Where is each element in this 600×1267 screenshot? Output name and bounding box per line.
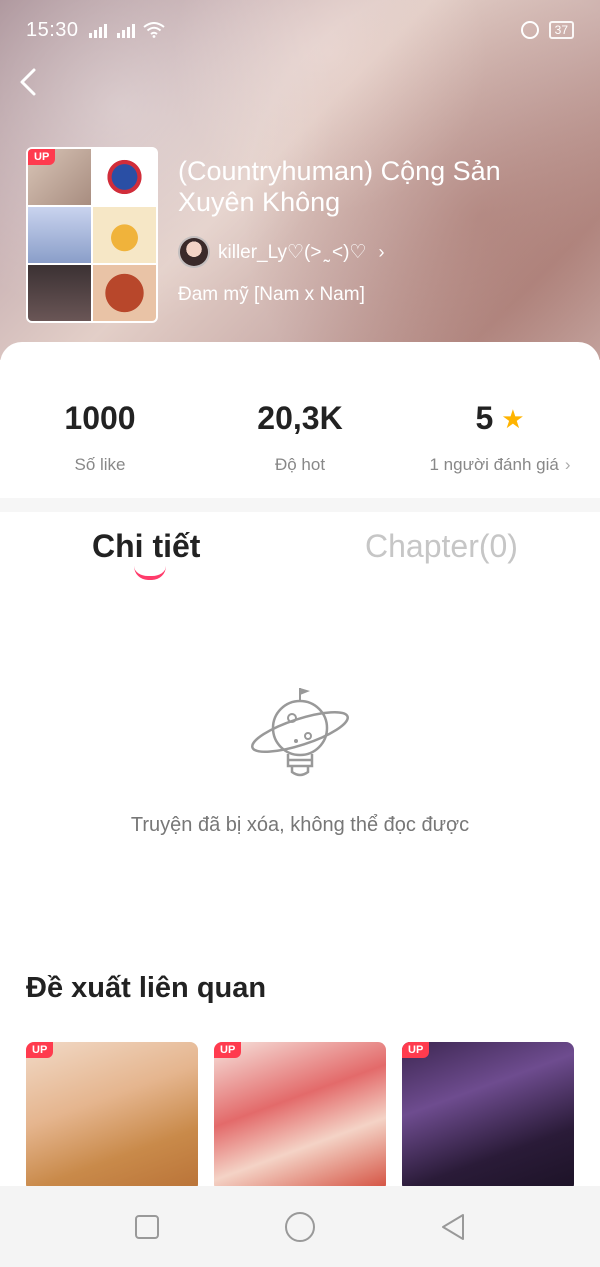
- back-button[interactable]: [10, 64, 46, 100]
- wifi-icon: [142, 22, 165, 38]
- avatar: [178, 236, 210, 268]
- chevron-left-icon: [20, 68, 36, 96]
- chevron-right-icon: ›: [564, 455, 571, 474]
- up-badge: UP: [28, 149, 56, 165]
- cover-tile: [28, 265, 91, 321]
- triangle-back-icon: [442, 1213, 465, 1240]
- related-section-title: Đề xuất liên quan: [26, 972, 267, 1004]
- stats-row: 1000 Số like 20,3K Độ hot 5 ★ 1 người đá…: [0, 400, 600, 475]
- up-badge: UP: [402, 1042, 430, 1058]
- status-bar: 15:30 37: [0, 0, 600, 60]
- signal-icon: [116, 22, 135, 38]
- rating-label: 1 người đánh giá ›: [429, 455, 571, 474]
- up-badge: UP: [26, 1042, 54, 1058]
- square-icon: [134, 1214, 159, 1239]
- related-list: UP UP UP: [26, 1042, 574, 1192]
- system-nav-bar: [0, 1186, 600, 1267]
- tab-bar: Chi tiết Chapter(0): [0, 528, 600, 588]
- likes-value: 1000: [64, 400, 136, 436]
- story-title: (Countryhuman) Cộng Sản Xuyên Không: [178, 156, 501, 217]
- tab-chapter[interactable]: Chapter(0): [365, 528, 518, 565]
- stat-hot: 20,3K Độ hot: [200, 400, 400, 475]
- home-button[interactable]: [280, 1207, 320, 1247]
- hot-value: 20,3K: [257, 400, 343, 436]
- cover-tile: [93, 207, 156, 263]
- related-story-card[interactable]: UP: [402, 1042, 574, 1192]
- signal-icon: [88, 22, 107, 38]
- story-genre: Đam mỹ [Nam x Nam]: [178, 284, 365, 305]
- related-story-card[interactable]: UP: [26, 1042, 198, 1192]
- related-story-card[interactable]: UP: [214, 1042, 386, 1192]
- hot-label: Độ hot: [274, 455, 326, 474]
- rotation-lock-icon: [520, 21, 539, 39]
- recent-apps-button[interactable]: [127, 1207, 167, 1247]
- rating-value: 5 ★: [475, 400, 525, 436]
- empty-state-message: Truyện đã bị xóa, không thể đọc được: [130, 814, 470, 836]
- stat-likes: 1000 Số like: [0, 400, 200, 475]
- tab-detail[interactable]: Chi tiết: [92, 528, 200, 565]
- likes-label: Số like: [74, 455, 126, 474]
- tab-indicator: [134, 566, 166, 580]
- cover-tile: [28, 207, 91, 263]
- cover-tile: [93, 265, 156, 321]
- circle-icon: [284, 1211, 315, 1242]
- chevron-right-icon: ›: [378, 241, 385, 262]
- planet-lightbulb-icon: [251, 688, 349, 777]
- up-badge: UP: [214, 1042, 242, 1058]
- star-icon: ★: [501, 403, 525, 434]
- stat-rating[interactable]: 5 ★ 1 người đánh giá ›: [400, 400, 600, 475]
- story-cover[interactable]: UP: [26, 147, 158, 323]
- author-name: killer_Ly♡(> ̰ <)♡: [218, 241, 367, 263]
- cover-tile: [93, 149, 156, 205]
- author-link[interactable]: killer_Ly♡(> ̰ <)♡ ›: [178, 236, 384, 268]
- section-divider: [0, 498, 600, 512]
- status-time: 15:30: [26, 18, 79, 41]
- battery-icon: 37: [548, 21, 574, 39]
- system-back-button[interactable]: [433, 1207, 473, 1247]
